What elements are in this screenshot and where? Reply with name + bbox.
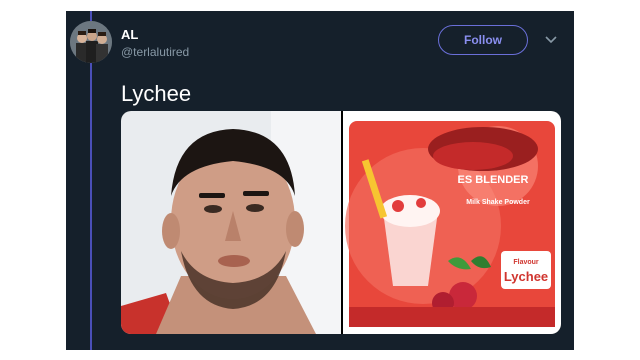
tweet-media[interactable]: ES BLENDER Milk Shake Powder Flavour Lyc… xyxy=(121,111,561,334)
follow-button[interactable]: Follow xyxy=(438,25,528,55)
flavour-label: Flavour xyxy=(513,259,539,266)
product-text: Milk Shake Powder xyxy=(466,199,530,206)
avatar[interactable] xyxy=(70,21,112,63)
author-name[interactable]: AL xyxy=(121,27,138,42)
avatar-image xyxy=(70,21,112,63)
media-photo-right[interactable]: ES BLENDER Milk Shake Powder Flavour Lyc… xyxy=(343,111,561,334)
brand-text: ES BLENDER xyxy=(458,174,529,186)
tweet-text: Lychee xyxy=(121,81,192,106)
author-handle[interactable]: @terlalutired xyxy=(121,45,189,59)
flavour-name: Lychee xyxy=(504,269,548,284)
chevron-down-icon[interactable] xyxy=(544,33,558,47)
media-photo-left[interactable] xyxy=(121,111,341,334)
tweet-card: AL @terlalutired Follow Lychee ES BLENDE… xyxy=(66,11,574,350)
